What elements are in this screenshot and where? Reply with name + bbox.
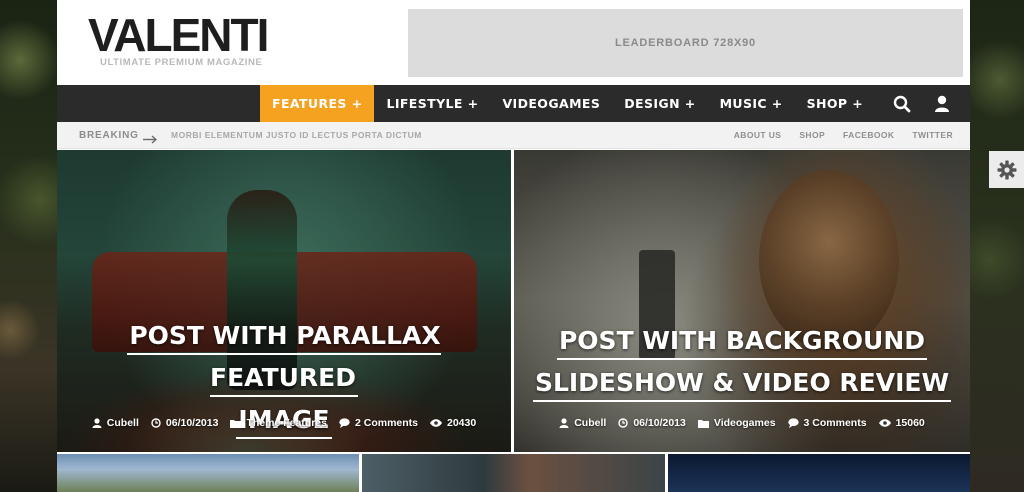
main-nav: FEATURES + LIFESTYLE + VIDEOGAMES DESIGN…	[57, 85, 970, 122]
post-thumbnail[interactable]	[362, 454, 665, 492]
meta-comments-text: 2 Comments	[354, 417, 418, 429]
user-icon[interactable]	[922, 85, 962, 122]
meta-date-text: 06/10/2013	[165, 417, 219, 429]
eye-icon	[430, 419, 442, 427]
folder-icon	[230, 419, 242, 428]
top-links: ABOUT US SHOP FACEBOOK TWITTER	[725, 122, 962, 149]
meta-date: 06/10/2013	[151, 417, 219, 429]
meta-comments-text: 3 Comments	[803, 417, 867, 429]
folder-icon	[697, 419, 709, 428]
top-link-shop[interactable]: SHOP	[790, 122, 834, 149]
nav-item-music[interactable]: MUSIC +	[708, 85, 795, 122]
meta-views-text: 15060	[895, 417, 925, 429]
user-icon	[92, 418, 102, 428]
top-link-twitter[interactable]: TWITTER	[903, 122, 962, 149]
nav-item-shop[interactable]: SHOP +	[795, 85, 875, 122]
background-left	[0, 0, 57, 492]
meta-views-text: 20430	[447, 417, 477, 429]
title-line-1: POST WITH PARALLAX FEATURED	[127, 321, 441, 397]
nav-item-videogames[interactable]: VIDEOGAMES	[490, 85, 612, 122]
site-tagline: ULTIMATE PREMIUM MAGAZINE	[100, 57, 263, 68]
comment-icon	[339, 418, 350, 428]
leaderboard-ad[interactable]: LEADERBOARD 728X90	[408, 9, 963, 77]
meta-date: 06/10/2013	[618, 417, 686, 429]
clock-icon	[151, 418, 161, 428]
clock-icon	[618, 418, 629, 428]
post-meta: Cubell 06/10/2013 Videogames 3 Comments …	[514, 417, 970, 429]
meta-author-name: Cubell	[574, 417, 607, 429]
nav-menu: FEATURES + LIFESTYLE + VIDEOGAMES DESIGN…	[260, 85, 875, 122]
breaking-headline[interactable]: MORBI ELEMENTUM JUSTO ID LECTUS PORTA DI…	[171, 122, 422, 149]
eye-icon	[878, 419, 891, 427]
featured-post-right[interactable]: POST WITH BACKGROUND SLIDESHOW & VIDEO R…	[514, 150, 970, 452]
meta-comments[interactable]: 2 Comments	[339, 417, 418, 429]
arrow-right-icon	[143, 131, 158, 149]
meta-comments[interactable]: 3 Comments	[787, 417, 867, 429]
post-meta: Cubell 06/10/2013 Theme Features 2 Comme…	[57, 417, 511, 429]
meta-views: 20430	[430, 417, 476, 429]
meta-category-text: Theme Features	[246, 417, 327, 429]
search-icon[interactable]	[882, 85, 922, 122]
featured-post-left[interactable]: POST WITH PARALLAX FEATURED IMAGE Cubell…	[57, 150, 511, 452]
title-line-1: POST WITH BACKGROUND	[556, 326, 927, 360]
top-link-about[interactable]: ABOUT US	[725, 122, 791, 149]
breaking-bar: BREAKING MORBI ELEMENTUM JUSTO ID LECTUS…	[57, 122, 970, 149]
meta-category[interactable]: Videogames	[697, 417, 776, 429]
nav-item-features[interactable]: FEATURES +	[260, 85, 375, 122]
nav-item-lifestyle[interactable]: LIFESTYLE +	[374, 85, 490, 122]
background-right	[970, 0, 1024, 492]
featured-post-title[interactable]: POST WITH BACKGROUND SLIDESHOW & VIDEO R…	[514, 320, 970, 404]
meta-category[interactable]: Theme Features	[230, 417, 327, 429]
meta-views: 15060	[878, 417, 925, 429]
meta-author[interactable]: Cubell	[92, 417, 139, 429]
post-thumbnail[interactable]	[57, 454, 359, 492]
site-logo[interactable]: VALENTI	[88, 12, 269, 58]
nav-icons	[882, 85, 962, 122]
nav-item-design[interactable]: DESIGN +	[612, 85, 707, 122]
breaking-label: BREAKING	[79, 130, 139, 141]
meta-author-name: Cubell	[106, 417, 139, 429]
meta-date-text: 06/10/2013	[633, 417, 686, 429]
gear-icon	[997, 160, 1016, 179]
meta-category-text: Videogames	[713, 417, 776, 429]
user-icon	[559, 418, 569, 428]
comment-icon	[787, 418, 799, 428]
meta-author[interactable]: Cubell	[559, 417, 606, 429]
site-wrapper: VALENTI ULTIMATE PREMIUM MAGAZINE LEADER…	[57, 0, 970, 492]
post-thumbnail[interactable]	[668, 454, 970, 492]
site-header: VALENTI ULTIMATE PREMIUM MAGAZINE LEADER…	[57, 0, 970, 85]
title-line-2: SLIDESHOW & VIDEO REVIEW	[532, 368, 952, 402]
top-link-facebook[interactable]: FACEBOOK	[834, 122, 903, 149]
settings-panel-toggle[interactable]	[989, 151, 1024, 188]
